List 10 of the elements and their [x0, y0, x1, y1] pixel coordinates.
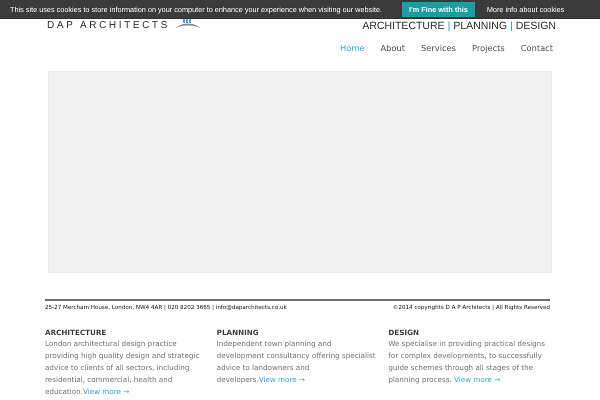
tagline-word: PLANNING: [453, 20, 507, 32]
logo-text: DAP ARCHITECTS: [47, 20, 170, 31]
tagline-word: ARCHITECTURE: [362, 20, 445, 32]
nav-link[interactable]: Services: [421, 43, 456, 53]
nav-link[interactable]: Contact: [520, 43, 553, 53]
nav-link[interactable]: About: [380, 43, 405, 53]
tagline-separator: |: [448, 20, 450, 32]
tagline-separator: |: [510, 20, 513, 32]
nav-link[interactable]: Projects: [472, 43, 505, 53]
tagline-word: DESIGN: [516, 20, 556, 32]
